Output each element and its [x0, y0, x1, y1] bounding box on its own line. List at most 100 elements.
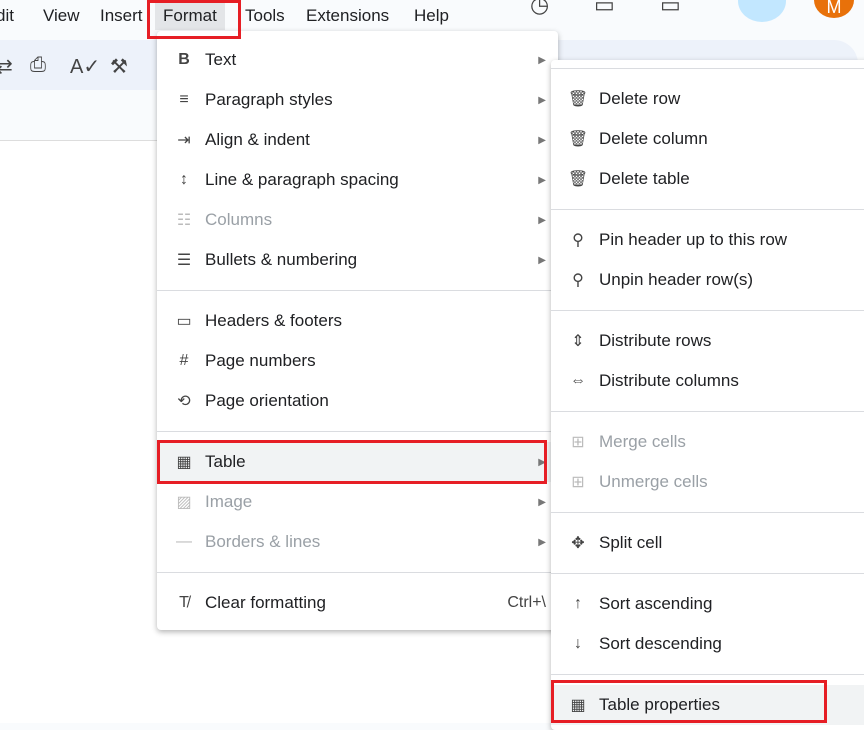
- menu-tools[interactable]: Tools: [245, 6, 285, 26]
- menu-item-bullets-numbering[interactable]: ☰ Bullets & numbering ▶: [157, 240, 558, 280]
- highlight-table: [157, 440, 547, 484]
- trash-icon: 🗑: [567, 91, 589, 108]
- menu-item-image[interactable]: ▨ Image ▶: [157, 482, 558, 522]
- menu-item-label: Delete row: [599, 89, 681, 108]
- menu-item-paragraph-styles[interactable]: ≡ Paragraph styles ▶: [157, 80, 558, 120]
- menu-item-label: Image: [205, 492, 253, 511]
- menu-item-label: Split cell: [599, 533, 663, 552]
- menu-item-unpin-header-row-s-[interactable]: ⚲ Unpin header row(s): [551, 260, 864, 300]
- menu-item-label: Text: [205, 50, 237, 69]
- bold-icon: B: [178, 51, 190, 68]
- submenu-arrow-icon: ▶: [538, 254, 546, 266]
- spellcheck-icon[interactable]: A✓: [70, 54, 100, 79]
- page-orientation-icon: ⟲: [177, 393, 191, 410]
- menu-item-distribute-columns[interactable]: ⇔ Distribute columns: [551, 361, 864, 401]
- clear-formatting-icon: T̸: [179, 594, 189, 611]
- menu-item-label: Paragraph styles: [205, 90, 333, 109]
- menu-item-page-orientation[interactable]: ⟲ Page orientation: [157, 381, 558, 421]
- menu-insert[interactable]: Insert: [100, 6, 143, 26]
- share-button[interactable]: [738, 0, 786, 22]
- menu-separator: [551, 411, 864, 412]
- menu-item-label: Merge cells: [599, 432, 686, 451]
- menu-item-distribute-rows[interactable]: ⇕ Distribute rows: [551, 321, 864, 361]
- submenu-arrow-icon: ▶: [538, 94, 546, 106]
- merge-cells-icon: ⊞: [571, 434, 585, 451]
- menu-item-columns[interactable]: ☷ Columns ▶: [157, 200, 558, 240]
- submenu-arrow-icon: ▶: [538, 174, 546, 186]
- menu-item-unmerge-cells[interactable]: ⊞ Unmerge cells: [551, 462, 864, 502]
- menu-item-line-paragraph-spacing[interactable]: ↕ Line & paragraph spacing ▶: [157, 160, 558, 200]
- menu-item-sort-descending[interactable]: ↓ Sort descending: [551, 624, 864, 664]
- print-icon[interactable]: ⎙: [30, 54, 46, 77]
- highlight-table-properties: [551, 680, 827, 723]
- highlight-format: [147, 0, 241, 39]
- menu-extensions[interactable]: Extensions: [306, 6, 389, 26]
- table-submenu: 🗑 Delete row 🗑 Delete column 🗑 Delete table ⚲ P…: [551, 60, 864, 730]
- menu-item-page-numbers[interactable]: # Page numbers: [157, 341, 558, 381]
- menu-item-label: Columns: [205, 210, 273, 229]
- menu-separator: [551, 68, 864, 69]
- menu-item-label: Sort descending: [599, 634, 722, 653]
- shortcut: Ctrl+\: [507, 594, 546, 611]
- menu-item-label: Bullets & numbering: [205, 250, 358, 269]
- menu-item-label: Line & paragraph spacing: [205, 170, 399, 189]
- distribute-columns-icon: ⇔: [570, 372, 586, 389]
- page-numbers-icon: #: [179, 352, 189, 369]
- avatar[interactable]: M: [814, 0, 854, 18]
- format-menu: B Text ▶ ≡ Paragraph styles ▶ ⇥ Align & indent ▶…: [157, 31, 558, 630]
- menu-item-label: Distribute columns: [599, 371, 739, 390]
- align-indent-icon: ⇥: [177, 132, 191, 149]
- menu-help[interactable]: Help: [414, 6, 449, 26]
- menu-item-label: Align & indent: [205, 130, 310, 149]
- menu-item-label: Page numbers: [205, 351, 316, 370]
- line-spacing-icon: ↕: [180, 171, 188, 188]
- menu-item-label: Headers & footers: [205, 311, 343, 330]
- menu-separator: [551, 310, 864, 311]
- trash-icon: 🗑: [567, 171, 589, 188]
- unmerge-cells-icon: ⊞: [571, 474, 585, 491]
- bullets-icon: ☰: [176, 252, 192, 269]
- paragraph-styles-icon: ≡: [179, 91, 189, 108]
- menu-item-clear-formatting[interactable]: T̸ Clear formatting Ctrl+\: [157, 583, 558, 623]
- ruler: [0, 100, 160, 141]
- image-icon: ▨: [176, 494, 192, 511]
- menu-item-borders-lines[interactable]: — Borders & lines ▶: [157, 522, 558, 562]
- comment-icon[interactable]: ▭: [594, 0, 615, 18]
- menu-item-label: Delete column: [599, 129, 708, 148]
- menu-item-label: Unpin header row(s): [599, 270, 754, 289]
- menu-item-text[interactable]: B Text ▶: [157, 40, 558, 80]
- split-cell-icon: ✥: [571, 535, 585, 552]
- menu-view[interactable]: View: [43, 6, 80, 26]
- headers-footers-icon: ▭: [176, 313, 192, 330]
- menu-item-label: Pin header up to this row: [599, 230, 788, 249]
- menu-separator: [551, 209, 864, 210]
- paint-format-icon[interactable]: ⚒: [110, 54, 128, 79]
- menu-item-delete-row[interactable]: 🗑 Delete row: [551, 79, 864, 119]
- submenu-arrow-icon: ▶: [538, 54, 546, 66]
- menu-item-label: Distribute rows: [599, 331, 712, 350]
- menu-item-delete-table[interactable]: 🗑 Delete table: [551, 159, 864, 199]
- menu-item-split-cell[interactable]: ✥ Split cell: [551, 523, 864, 563]
- distribute-rows-icon: ⇕: [571, 333, 585, 350]
- menu-item-align-indent[interactable]: ⇥ Align & indent ▶: [157, 120, 558, 160]
- menu-dit[interactable]: dit: [0, 6, 14, 26]
- menu-item-label: Clear formatting: [205, 593, 326, 612]
- trash-icon: 🗑: [567, 131, 589, 148]
- submenu-arrow-icon: ▶: [538, 214, 546, 226]
- columns-icon: ☷: [176, 212, 192, 229]
- menu-item-pin-header-up-to-this-row[interactable]: ⚲ Pin header up to this row: [551, 220, 864, 260]
- menu-item-delete-column[interactable]: 🗑 Delete column: [551, 119, 864, 159]
- history-icon[interactable]: ◷: [530, 0, 549, 18]
- menu-item-label: Sort ascending: [599, 594, 713, 613]
- menu-separator: [157, 572, 558, 573]
- menu-item-sort-ascending[interactable]: ↑ Sort ascending: [551, 584, 864, 624]
- unpin-icon: ⚲: [572, 272, 584, 289]
- borders-lines-icon: —: [176, 533, 192, 550]
- menu-separator: [551, 573, 864, 574]
- meet-icon[interactable]: ▭: [660, 0, 681, 18]
- menu-item-merge-cells[interactable]: ⊞ Merge cells: [551, 422, 864, 462]
- submenu-arrow-icon: ▶: [538, 134, 546, 146]
- menu-item-label: Borders & lines: [205, 532, 321, 551]
- menu-item-headers-footers[interactable]: ▭ Headers & footers: [157, 301, 558, 341]
- redo-icon[interactable]: ⇄: [0, 54, 13, 79]
